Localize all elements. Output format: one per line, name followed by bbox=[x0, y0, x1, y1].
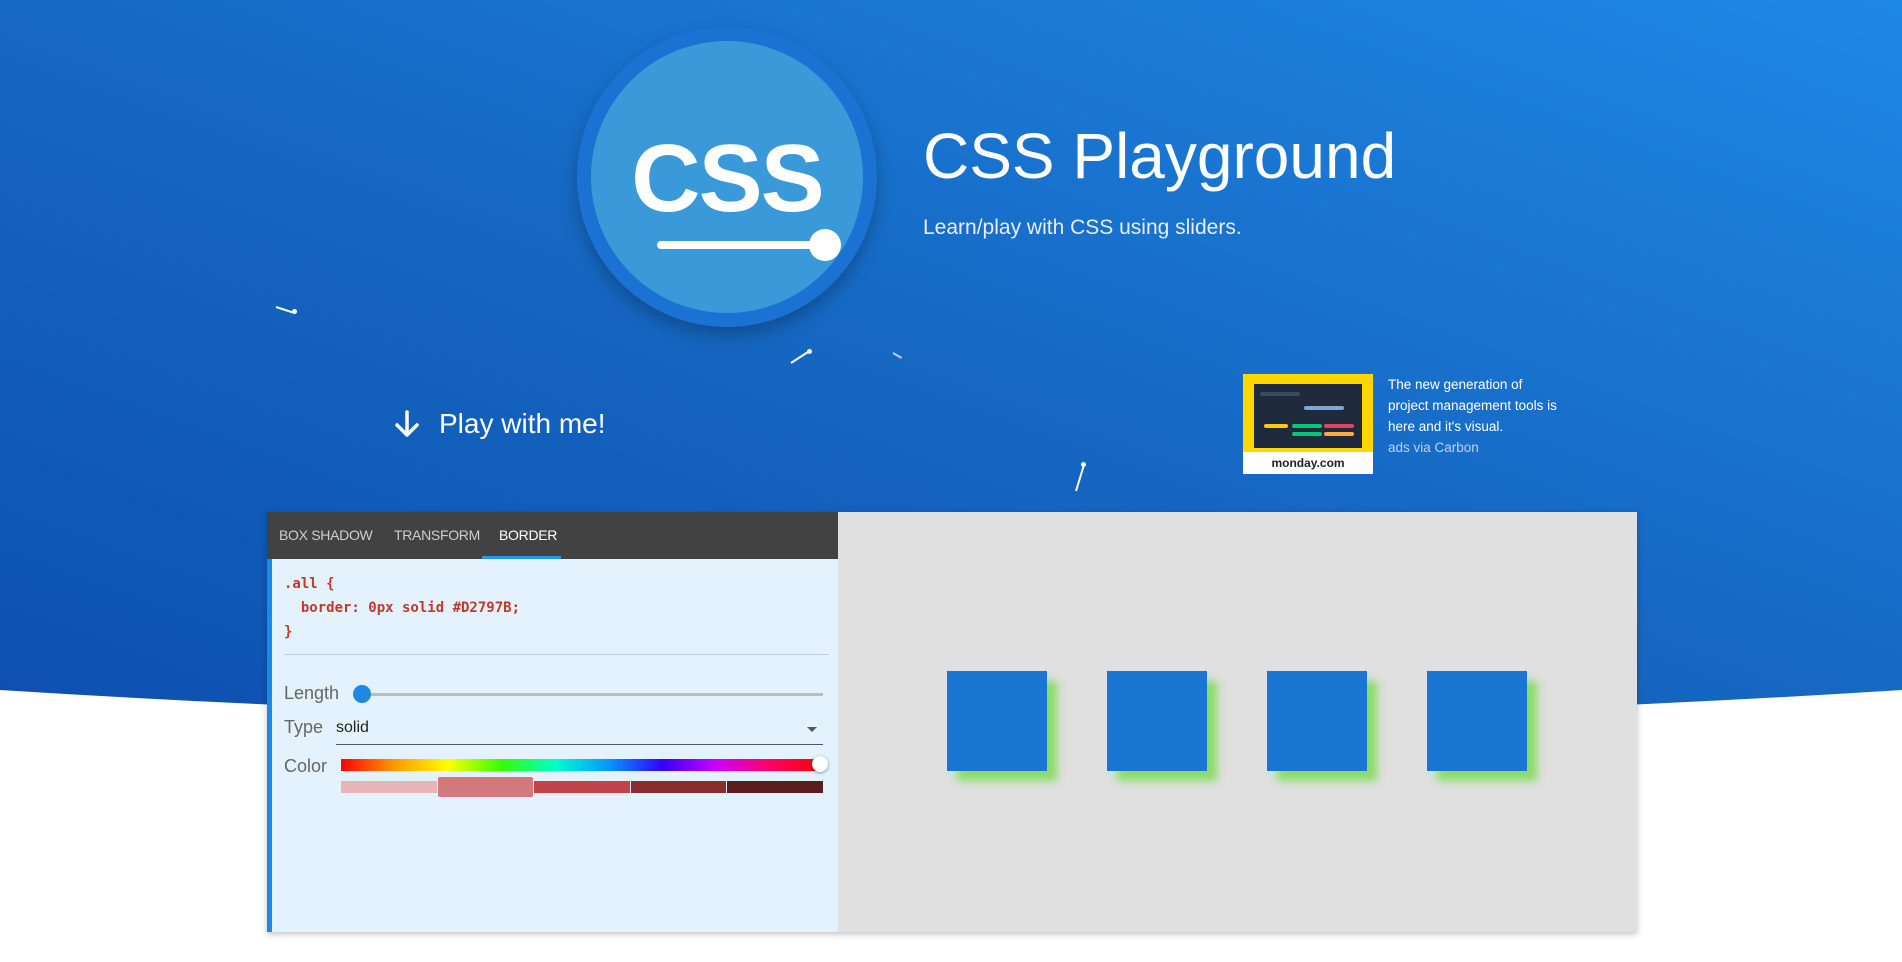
logo-text: CSS bbox=[631, 125, 824, 232]
decorative-spark-dot bbox=[292, 309, 297, 314]
ad-via-link[interactable]: ads via Carbon bbox=[1388, 437, 1563, 458]
decorative-spark-dot bbox=[1081, 462, 1086, 467]
carbon-ad[interactable]: monday.com The new generation of project… bbox=[1243, 374, 1563, 474]
color-swatch[interactable] bbox=[727, 781, 823, 793]
tab-border[interactable]: BORDER bbox=[499, 512, 557, 559]
color-swatch[interactable] bbox=[630, 781, 727, 793]
page-subtitle: Learn/play with CSS using sliders. bbox=[923, 216, 1242, 239]
length-slider-track[interactable] bbox=[364, 693, 823, 696]
preview-box bbox=[1427, 671, 1527, 771]
preview-pane bbox=[838, 512, 1637, 932]
divider bbox=[284, 654, 829, 655]
length-label: Length bbox=[284, 683, 340, 703]
ad-description[interactable]: The new generation of project management… bbox=[1388, 377, 1557, 434]
color-swatches bbox=[341, 777, 823, 797]
color-label: Color bbox=[284, 756, 328, 776]
border-type-value: solid bbox=[336, 719, 369, 736]
color-swatch[interactable] bbox=[534, 781, 630, 793]
decorative-spark bbox=[790, 351, 809, 364]
caret-down-icon bbox=[807, 727, 817, 732]
border-type-select[interactable]: solid bbox=[336, 714, 823, 745]
ad-screenshot bbox=[1254, 384, 1362, 448]
type-label: Type bbox=[284, 717, 324, 737]
play-with-me-link[interactable]: Play with me! bbox=[393, 408, 606, 440]
tab-transform[interactable]: TRANSFORM bbox=[394, 512, 480, 559]
ad-image[interactable]: monday.com bbox=[1243, 374, 1373, 474]
length-slider-thumb[interactable] bbox=[353, 685, 371, 703]
hue-slider[interactable] bbox=[341, 759, 823, 771]
code-line: .all { bbox=[284, 576, 335, 592]
decorative-spark bbox=[892, 352, 903, 359]
playground-panel: BOX SHADOW TRANSFORM BORDER .all { borde… bbox=[267, 512, 1637, 932]
editor-pane: BOX SHADOW TRANSFORM BORDER .all { borde… bbox=[267, 512, 838, 932]
arrow-down-icon bbox=[393, 409, 421, 439]
hue-slider-knob[interactable] bbox=[812, 756, 828, 772]
preview-box bbox=[947, 671, 1047, 771]
logo-slider-knob bbox=[809, 229, 841, 261]
page-title: CSS Playground bbox=[923, 120, 1397, 192]
css-code-output: .all { border: 0px solid #D2797B;} bbox=[284, 572, 520, 644]
ad-brand-logo: monday.com bbox=[1243, 452, 1373, 474]
logo-inner: CSS bbox=[591, 41, 863, 313]
play-label: Play with me! bbox=[439, 408, 606, 439]
tab-box-shadow[interactable]: BOX SHADOW bbox=[279, 512, 373, 559]
tab-bar: BOX SHADOW TRANSFORM BORDER bbox=[267, 512, 838, 559]
preview-box bbox=[1107, 671, 1207, 771]
decorative-spark bbox=[1075, 465, 1085, 492]
color-swatch[interactable] bbox=[437, 777, 534, 797]
decorative-spark-dot bbox=[807, 349, 812, 354]
code-line: border: 0px solid #D2797B; bbox=[284, 600, 521, 616]
css-logo: CSS bbox=[577, 27, 877, 327]
ad-text-block[interactable]: The new generation of project management… bbox=[1388, 374, 1563, 474]
color-swatch[interactable] bbox=[341, 781, 437, 793]
preview-box bbox=[1267, 671, 1367, 771]
border-controls: .all { border: 0px solid #D2797B;} Lengt… bbox=[267, 559, 838, 932]
code-line: } bbox=[284, 624, 293, 640]
